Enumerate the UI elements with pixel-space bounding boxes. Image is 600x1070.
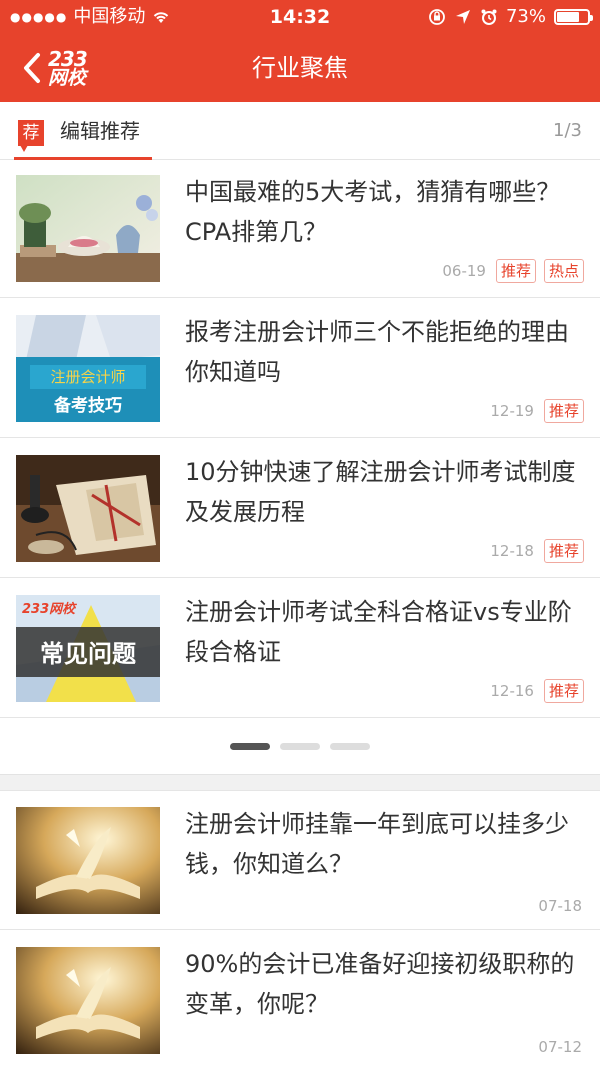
article-date: 07-12 (538, 1038, 582, 1056)
carousel-pagination (0, 718, 600, 774)
article-title: 90%的会计已准备好迎接初级职称的变革，你呢？ (185, 950, 575, 1018)
article-item[interactable]: 注册会计师挂靠一年到底可以挂多少钱，你知道么？ 07-18 (0, 790, 600, 930)
article-item[interactable]: 中国最难的5大考试，猜猜有哪些？CPA排第几？ 06-19 推荐 热点 (0, 158, 600, 298)
article-item[interactable]: 注册会计师 备考技巧 报考注册会计师三个不能拒绝的理由你知道吗 12-19 推荐 (0, 298, 600, 438)
section-title: 编辑推荐 (60, 119, 140, 143)
alarm-clock-icon (481, 9, 497, 25)
tag-recommend: 推荐 (543, 539, 584, 563)
article-thumbnail (16, 807, 160, 914)
thumb-logo: 233网校 (22, 601, 77, 617)
recommend-badge-icon: 荐 (18, 120, 44, 152)
article-date: 12-19 (490, 402, 534, 420)
page-title: 行业聚焦 (252, 54, 348, 82)
article-meta: 12-18 推荐 (490, 539, 584, 563)
battery-fill (557, 12, 579, 22)
article-meta: 06-19 推荐 热点 (442, 259, 584, 283)
article-date: 12-16 (490, 682, 534, 700)
rotation-lock-icon (429, 9, 445, 25)
article-meta: 12-16 推荐 (490, 679, 584, 703)
article-thumbnail: 233网校 常见问题 (16, 595, 160, 702)
article-thumbnail (16, 947, 160, 1054)
article-item[interactable]: 233网校 常见问题 注册会计师考试全科合格证vs专业阶段合格证 12-16 推… (0, 578, 600, 718)
article-title: 报考注册会计师三个不能拒绝的理由你知道吗 (185, 318, 569, 386)
article-item[interactable]: 90%的会计已准备好迎接初级职称的变革，你呢？ 07-12 (0, 930, 600, 1070)
article-meta: 07-12 (538, 1038, 584, 1056)
tag-recommend: 推荐 (543, 679, 584, 703)
tag-hot: 热点 (543, 259, 584, 283)
article-date: 06-19 (442, 262, 486, 280)
article-meta: 12-19 推荐 (490, 399, 584, 423)
location-arrow-icon (455, 10, 470, 24)
tag-recommend: 推荐 (495, 259, 536, 283)
status-right: 73% (428, 0, 593, 34)
article-title: 10分钟快速了解注册会计师考试制度及发展历程 (185, 458, 576, 526)
article-item[interactable]: 10分钟快速了解注册会计师考试制度及发展历程 12-18 推荐 (0, 438, 600, 578)
page-indicator: 1/3 (553, 120, 582, 141)
article-thumbnail (16, 455, 160, 562)
article-thumbnail: 注册会计师 备考技巧 (16, 315, 160, 422)
app-header: ●●●●● 中国移动 14:32 73% 233 网校 行业聚焦 (0, 0, 600, 102)
battery-percent: 73% (505, 6, 546, 27)
article-date: 07-18 (538, 897, 582, 915)
section-divider (0, 774, 600, 791)
article-date: 12-18 (490, 542, 534, 560)
thumb-text-bottom: 备考技巧 (53, 395, 122, 416)
article-meta: 07-18 (538, 897, 584, 915)
status-bar: ●●●●● 中国移动 14:32 73% (0, 0, 600, 34)
article-title: 中国最难的5大考试，猜猜有哪些？CPA排第几？ (185, 178, 561, 246)
carousel-dot[interactable] (330, 742, 370, 750)
battery-icon (554, 9, 593, 25)
article-thumbnail (16, 175, 160, 282)
editor-picks-header: 荐 编辑推荐 1/3 (0, 102, 600, 160)
nav-bar: 233 网校 行业聚焦 (0, 34, 600, 102)
thumb-text-top: 注册会计师 (50, 368, 125, 386)
thumb-text: 常见问题 (40, 640, 136, 668)
carousel-dot[interactable] (280, 742, 320, 750)
carousel-dot[interactable] (230, 742, 270, 750)
article-title: 注册会计师考试全科合格证vs专业阶段合格证 (185, 598, 572, 666)
article-title: 注册会计师挂靠一年到底可以挂多少钱，你知道么？ (185, 810, 569, 878)
tag-recommend: 推荐 (543, 399, 584, 423)
